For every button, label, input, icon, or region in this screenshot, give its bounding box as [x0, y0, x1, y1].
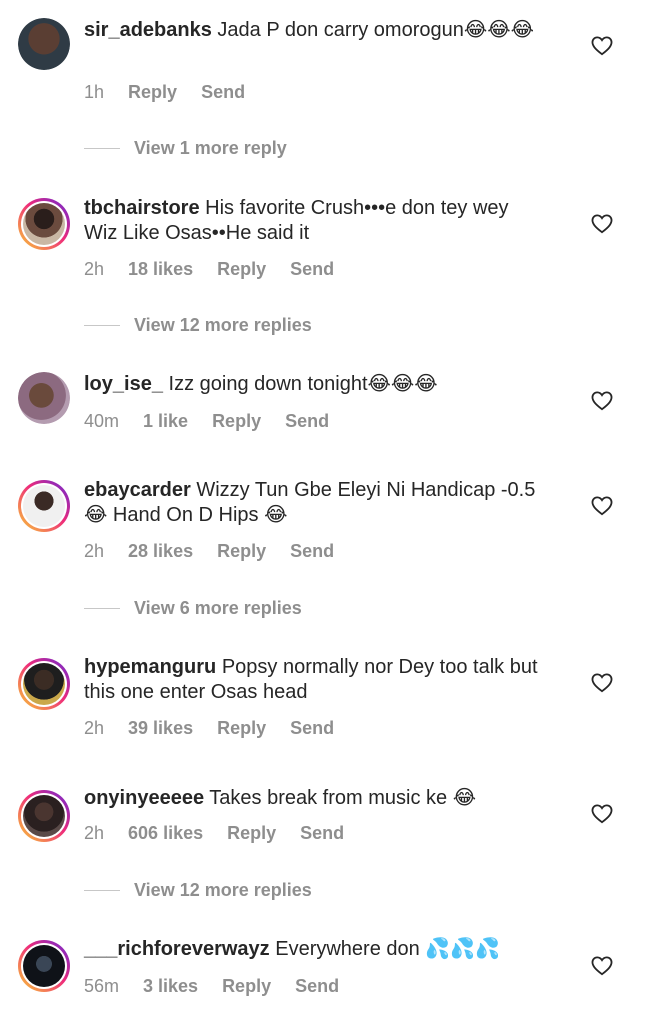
heart-icon[interactable] [591, 36, 613, 56]
comment-time: 2h [84, 541, 105, 561]
divider [84, 148, 120, 149]
divider [84, 890, 120, 891]
likes-count[interactable]: 28 likes [128, 541, 193, 562]
send-button[interactable]: Send [290, 259, 334, 280]
avatar[interactable] [18, 658, 70, 710]
comment-body: Everywhere don 💦💦💦 [275, 938, 501, 960]
heart-icon[interactable] [591, 214, 613, 234]
comment-username[interactable]: hypemanguru [84, 656, 216, 678]
comment-username[interactable]: tbchairstore [84, 197, 200, 219]
avatar[interactable] [18, 480, 70, 532]
reply-button[interactable]: Reply [217, 541, 266, 562]
heart-icon[interactable] [591, 496, 613, 516]
comment-username[interactable]: ___richforeverwayz [84, 938, 270, 960]
comment-time: 56m [84, 976, 120, 996]
heart-icon[interactable] [591, 956, 613, 976]
reply-button[interactable]: Reply [222, 976, 271, 997]
avatar[interactable] [18, 372, 70, 424]
heart-icon[interactable] [591, 673, 613, 693]
likes-count[interactable]: 18 likes [128, 259, 193, 280]
comment-time: 2h [84, 823, 105, 843]
comment-text: sir_adebanks Jada P don carry omorogun😂😂… [84, 18, 544, 43]
comment-text: tbchairstore His favorite Crush•••e don … [84, 196, 544, 246]
view-replies-button[interactable]: View 6 more replies [84, 598, 302, 619]
comment-username[interactable]: loy_ise_ [84, 373, 163, 395]
view-replies-label: View 12 more replies [134, 880, 312, 900]
view-replies-label: View 12 more replies [134, 315, 312, 335]
likes-count[interactable]: 39 likes [128, 718, 193, 739]
divider [84, 608, 120, 609]
comment-body: Takes break from music ke 😂 [209, 787, 477, 809]
likes-count[interactable]: 606 likes [128, 823, 203, 844]
likes-count[interactable]: 1 like [143, 411, 188, 432]
send-button[interactable]: Send [300, 823, 344, 844]
likes-count[interactable]: 3 likes [143, 976, 198, 997]
comment-time: 2h [84, 718, 105, 738]
reply-button[interactable]: Reply [217, 259, 266, 280]
view-replies-button[interactable]: View 1 more reply [84, 138, 287, 159]
comment-text: ebaycarder Wizzy Tun Gbe Eleyi Ni Handic… [84, 478, 544, 528]
comment-time: 40m [84, 411, 120, 431]
heart-icon[interactable] [591, 391, 613, 411]
reply-button[interactable]: Reply [128, 82, 177, 103]
comment-text: hypemanguru Popsy normally nor Dey too t… [84, 655, 544, 705]
comment-body: Jada P don carry omorogun😂😂😂 [217, 19, 534, 41]
comment-text: ___richforeverwayz Everywhere don 💦💦💦 [84, 937, 544, 962]
view-replies-label: View 1 more reply [134, 138, 287, 158]
view-replies-button[interactable]: View 12 more replies [84, 315, 312, 336]
reply-button[interactable]: Reply [217, 718, 266, 739]
view-replies-label: View 6 more replies [134, 598, 302, 618]
comment-username[interactable]: ebaycarder [84, 479, 191, 501]
send-button[interactable]: Send [285, 411, 329, 432]
avatar[interactable] [18, 198, 70, 250]
reply-button[interactable]: Reply [227, 823, 276, 844]
comment-meta: 56m 3 likes Reply Send [84, 976, 363, 997]
comment-username[interactable]: onyinyeeeee [84, 787, 204, 809]
comment-meta: 2h 28 likes Reply Send [84, 541, 358, 562]
comment-body: Izz going down tonight😂😂😂 [168, 373, 438, 395]
view-replies-button[interactable]: View 12 more replies [84, 880, 312, 901]
comment-meta: 1h Reply Send [84, 82, 269, 103]
send-button[interactable]: Send [290, 541, 334, 562]
comment-meta: 2h 18 likes Reply Send [84, 259, 358, 280]
avatar[interactable] [18, 940, 70, 992]
comment-time: 2h [84, 259, 105, 279]
divider [84, 325, 120, 326]
comment-text: onyinyeeeee Takes break from music ke 😂 [84, 786, 544, 811]
comment-username[interactable]: sir_adebanks [84, 19, 212, 41]
comment-meta: 2h 606 likes Reply Send [84, 823, 368, 844]
comment-text: loy_ise_ Izz going down tonight😂😂😂 [84, 372, 544, 397]
reply-button[interactable]: Reply [212, 411, 261, 432]
comment-time: 1h [84, 82, 105, 102]
send-button[interactable]: Send [295, 976, 339, 997]
heart-icon[interactable] [591, 804, 613, 824]
comment-meta: 40m 1 like Reply Send [84, 411, 353, 432]
send-button[interactable]: Send [290, 718, 334, 739]
avatar[interactable] [18, 18, 70, 70]
comment-meta: 2h 39 likes Reply Send [84, 718, 358, 739]
send-button[interactable]: Send [201, 82, 245, 103]
avatar[interactable] [18, 790, 70, 842]
